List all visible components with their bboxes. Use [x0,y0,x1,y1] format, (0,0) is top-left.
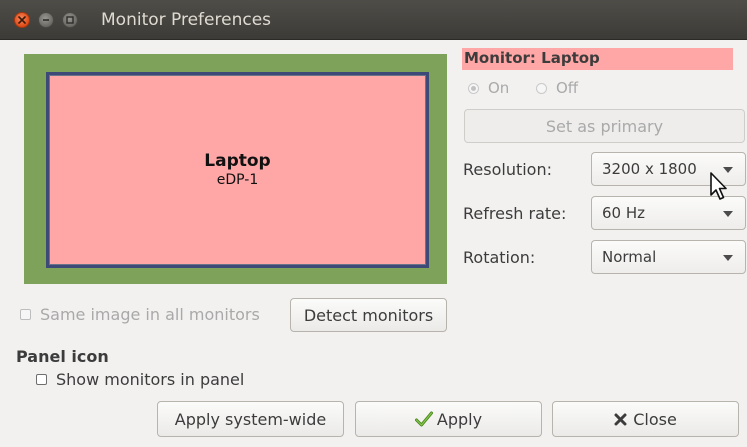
same-image-checkbox[interactable]: Same image in all monitors [20,305,260,324]
set-as-primary-label: Set as primary [545,116,664,136]
close-label: Close [633,409,677,429]
maximize-icon [63,13,77,27]
mouse-pointer-icon [709,171,731,203]
minimize-icon [39,13,53,27]
x-icon [614,413,627,426]
checkbox-box [20,309,31,320]
refresh-rate-value: 60 Hz [602,204,646,222]
close-button[interactable]: Close [552,401,739,437]
monitor-preview-laptop[interactable]: Laptop eDP-1 [46,72,429,268]
checkbox-box [36,374,47,385]
title-bar: Monitor Preferences [0,0,747,40]
same-image-label: Same image in all monitors [40,305,260,324]
check-icon [414,411,433,427]
rotation-label: Rotation: [463,248,536,267]
resolution-label: Resolution: [463,160,552,179]
close-icon [15,13,29,27]
show-monitors-checkbox[interactable]: Show monitors in panel [36,370,244,389]
radio-on-label: On [488,79,510,97]
chevron-down-icon [723,255,733,261]
detect-monitors-label: Detect monitors [303,305,434,325]
apply-system-wide-label: Apply system-wide [174,409,327,429]
panel-icon-heading: Panel icon [16,347,109,366]
window-title: Monitor Preferences [101,10,272,30]
radio-on[interactable]: On [468,79,509,97]
rotation-value: Normal [602,248,657,266]
radio-off[interactable]: Off [536,79,578,97]
monitor-preview-name: Laptop [204,151,271,171]
window-close-button[interactable] [14,12,30,28]
monitor-preview-port: eDP-1 [216,172,259,188]
apply-system-wide-button[interactable]: Apply system-wide [157,401,344,437]
apply-label: Apply [436,409,483,429]
resolution-value: 3200 x 1800 [602,160,697,178]
monitor-preview-area: Laptop eDP-1 [24,54,447,284]
monitor-title-bar: Monitor: Laptop [462,48,733,70]
window-maximize-button[interactable] [62,12,78,28]
apply-button[interactable]: Apply [355,401,542,437]
set-as-primary-button[interactable]: Set as primary [464,109,745,143]
rotation-select[interactable]: Normal [591,240,746,274]
show-monitors-label: Show monitors in panel [56,370,245,389]
window-minimize-button[interactable] [38,12,54,28]
detect-monitors-button[interactable]: Detect monitors [290,298,447,332]
radio-dot [536,82,547,94]
refresh-rate-label: Refresh rate: [463,204,567,223]
radio-off-label: Off [556,79,579,97]
chevron-down-icon [723,211,733,217]
radio-dot [468,82,479,94]
monitor-title: Monitor: Laptop [464,49,600,67]
